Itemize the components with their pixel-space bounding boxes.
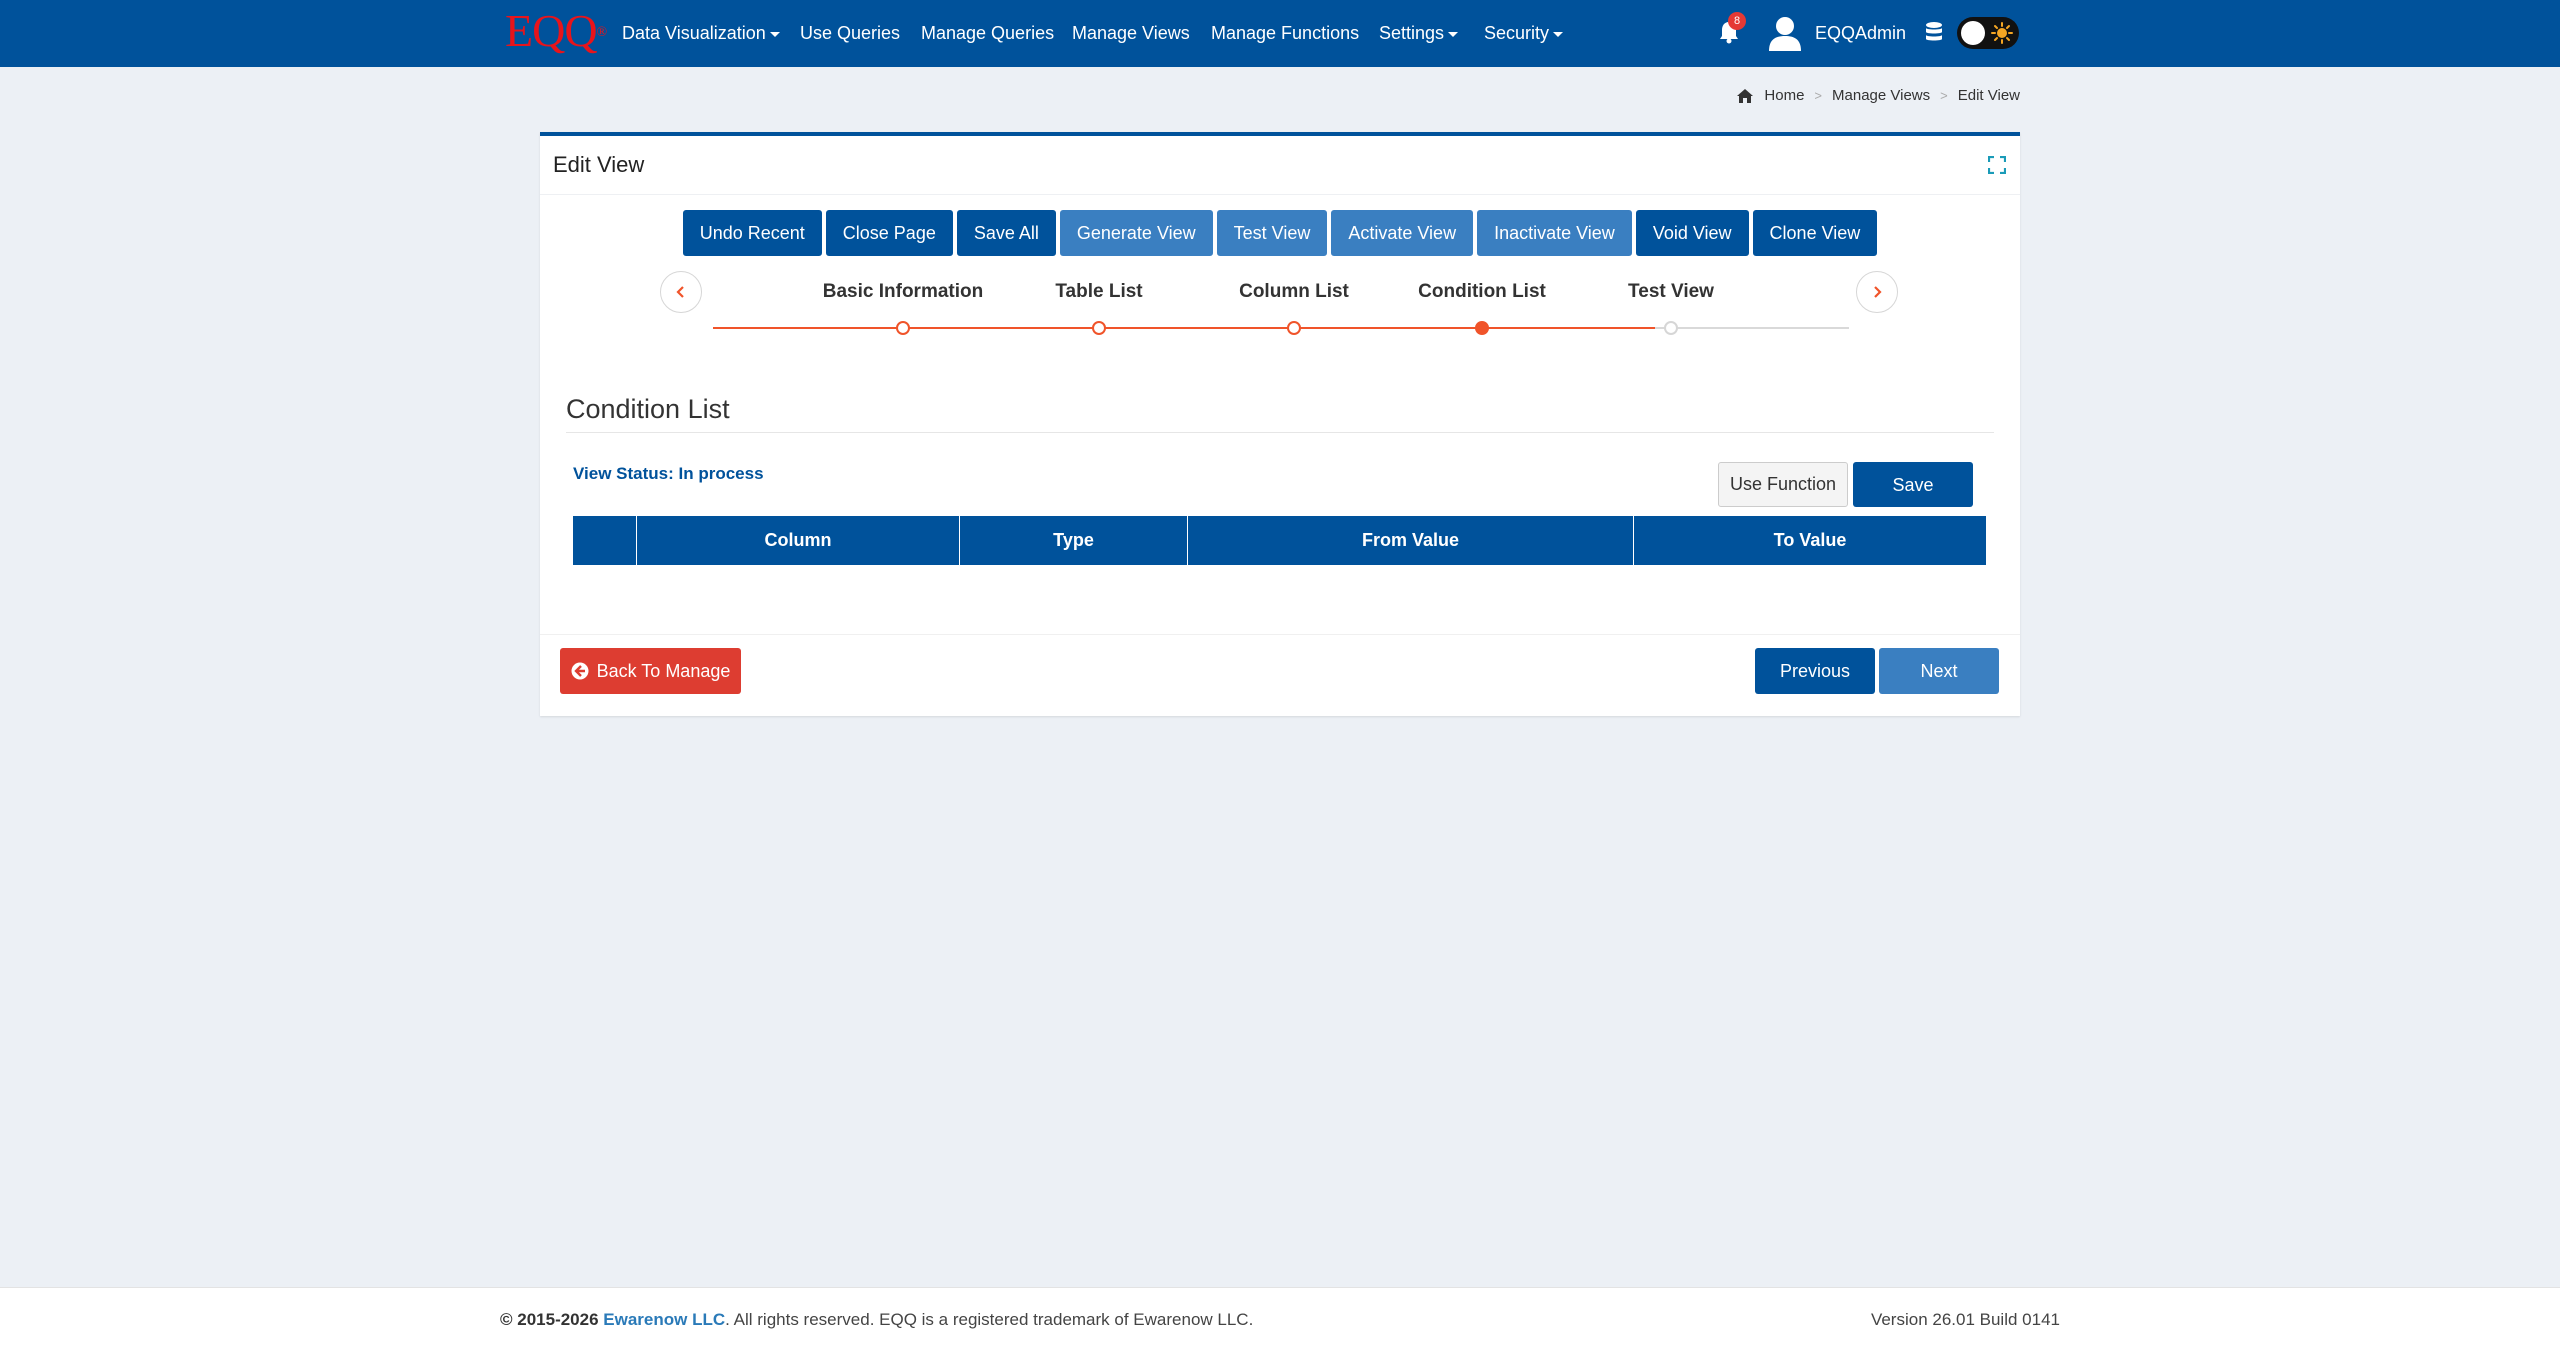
- caret-down-icon: [769, 31, 780, 37]
- logo-text: EQQ: [505, 5, 598, 56]
- page-footer: © 2015-2026 Ewarenow LLC. All rights res…: [0, 1287, 2560, 1354]
- nav-security[interactable]: Security: [1484, 0, 1564, 67]
- step-dot-condition-list[interactable]: [1475, 321, 1489, 335]
- step-label-test-view[interactable]: Test View: [1628, 281, 1714, 303]
- step-progress-line: [713, 327, 1655, 329]
- company-link[interactable]: Ewarenow LLC: [603, 1310, 725, 1329]
- column-header-from-value[interactable]: From Value: [1187, 516, 1634, 565]
- save-all-button[interactable]: Save All: [956, 210, 1056, 256]
- nav-manage-views[interactable]: Manage Views: [1072, 0, 1190, 67]
- chevron-right-icon: [1874, 286, 1882, 298]
- database-icon[interactable]: [1925, 21, 1943, 43]
- step-label-basic-information[interactable]: Basic Information: [823, 281, 983, 303]
- copyright-text: © 2015-2026 Ewarenow LLC. All rights res…: [500, 1310, 1253, 1330]
- caret-down-icon: [1448, 31, 1459, 37]
- username[interactable]: EQQAdmin: [1815, 0, 1906, 67]
- save-button[interactable]: Save: [1853, 462, 1973, 507]
- step-dot-table-list[interactable]: [1092, 321, 1106, 335]
- nav-label: Security: [1484, 23, 1550, 43]
- column-header-select: [573, 516, 637, 565]
- step-next-button[interactable]: [1856, 271, 1898, 313]
- step-label-table-list[interactable]: Table List: [1055, 281, 1142, 303]
- version-text: Version 26.01 Build 0141: [1870, 1310, 2060, 1329]
- test-view-button[interactable]: Test View: [1216, 210, 1328, 256]
- next-button[interactable]: Next: [1879, 648, 1999, 694]
- column-header-column[interactable]: Column: [636, 516, 960, 565]
- clone-view-button[interactable]: Clone View: [1752, 210, 1878, 256]
- void-view-button[interactable]: Void View: [1635, 210, 1749, 256]
- action-toolbar: Undo Recent Close Page Save All Generate…: [540, 210, 2020, 256]
- step-dot-test-view[interactable]: [1664, 321, 1678, 335]
- back-to-manage-label: Back To Manage: [596, 661, 731, 681]
- nav-data-visualization[interactable]: Data Visualization: [622, 0, 780, 67]
- fullscreen-icon[interactable]: [1988, 156, 2006, 174]
- theme-toggle[interactable]: [1957, 17, 2019, 49]
- notification-badge: 8: [1728, 12, 1746, 30]
- nav-label: Settings: [1379, 23, 1445, 43]
- step-label-condition-list[interactable]: Condition List: [1418, 281, 1546, 303]
- edit-view-panel: Edit View Undo Recent Close Page Save Al…: [540, 132, 2020, 716]
- nav-manage-functions[interactable]: Manage Functions: [1211, 0, 1359, 67]
- breadcrumb-separator: >: [1814, 88, 1823, 103]
- section-title: Condition List: [566, 394, 730, 424]
- eqq-logo[interactable]: EQQ®: [505, 5, 608, 56]
- breadcrumb-separator: >: [1940, 88, 1948, 103]
- column-header-to-value[interactable]: To Value: [1633, 516, 1986, 565]
- nav-label: Manage Views: [1072, 23, 1190, 43]
- logo-mark: ®: [596, 25, 608, 40]
- condition-table: Column Type From Value To Value: [573, 516, 1986, 565]
- table-header-row: Column Type From Value To Value: [573, 516, 1986, 565]
- home-icon: [1737, 88, 1754, 103]
- undo-recent-button[interactable]: Undo Recent: [682, 210, 822, 256]
- copyright-years: © 2015-2026: [500, 1310, 599, 1329]
- nav-label: Manage Functions: [1211, 23, 1360, 43]
- toggle-knob: [1961, 21, 1985, 45]
- step-dot-column-list[interactable]: [1287, 321, 1301, 335]
- generate-view-button[interactable]: Generate View: [1059, 210, 1213, 256]
- nav-label: Manage Queries: [921, 23, 1055, 43]
- breadcrumb: Home > Manage Views > Edit View: [1736, 87, 2020, 104]
- breadcrumb-current: Edit View: [1957, 87, 2020, 104]
- nav-label: Data Visualization: [622, 23, 766, 43]
- user-avatar-icon[interactable]: [1768, 15, 1802, 51]
- close-page-button[interactable]: Close Page: [825, 210, 953, 256]
- arrow-circle-left-icon: [571, 662, 589, 680]
- activate-view-button[interactable]: Activate View: [1331, 210, 1474, 256]
- breadcrumb-manage-views[interactable]: Manage Views: [1832, 87, 1930, 104]
- panel-header: Edit View: [540, 136, 2020, 195]
- nav-use-queries[interactable]: Use Queries: [800, 0, 900, 67]
- step-label-column-list[interactable]: Column List: [1239, 281, 1349, 303]
- previous-button[interactable]: Previous: [1755, 648, 1875, 694]
- breadcrumb-home[interactable]: Home: [1764, 87, 1804, 104]
- step-prev-button[interactable]: [660, 271, 702, 313]
- sun-icon: [1991, 22, 2013, 44]
- nav-label: Use Queries: [800, 23, 901, 43]
- nav-settings[interactable]: Settings: [1379, 0, 1459, 67]
- step-dot-basic-information[interactable]: [896, 321, 910, 335]
- back-to-manage-button[interactable]: Back To Manage: [560, 648, 741, 694]
- use-function-button[interactable]: Use Function: [1718, 462, 1848, 507]
- panel-title: Edit View: [553, 152, 645, 177]
- chevron-left-icon: [676, 286, 684, 298]
- section-divider: [566, 432, 1994, 433]
- nav-manage-queries[interactable]: Manage Queries: [921, 0, 1054, 67]
- view-status: View Status: In process: [573, 464, 764, 483]
- column-header-type[interactable]: Type: [959, 516, 1188, 565]
- step-remaining-line: [1655, 327, 1849, 329]
- inactivate-view-button[interactable]: Inactivate View: [1477, 210, 1632, 256]
- rights-text: . All rights reserved. EQQ is a register…: [725, 1310, 1254, 1329]
- top-navbar: EQQ® Data Visualization Use Queries Mana…: [0, 0, 2560, 67]
- caret-down-icon: [1553, 31, 1564, 37]
